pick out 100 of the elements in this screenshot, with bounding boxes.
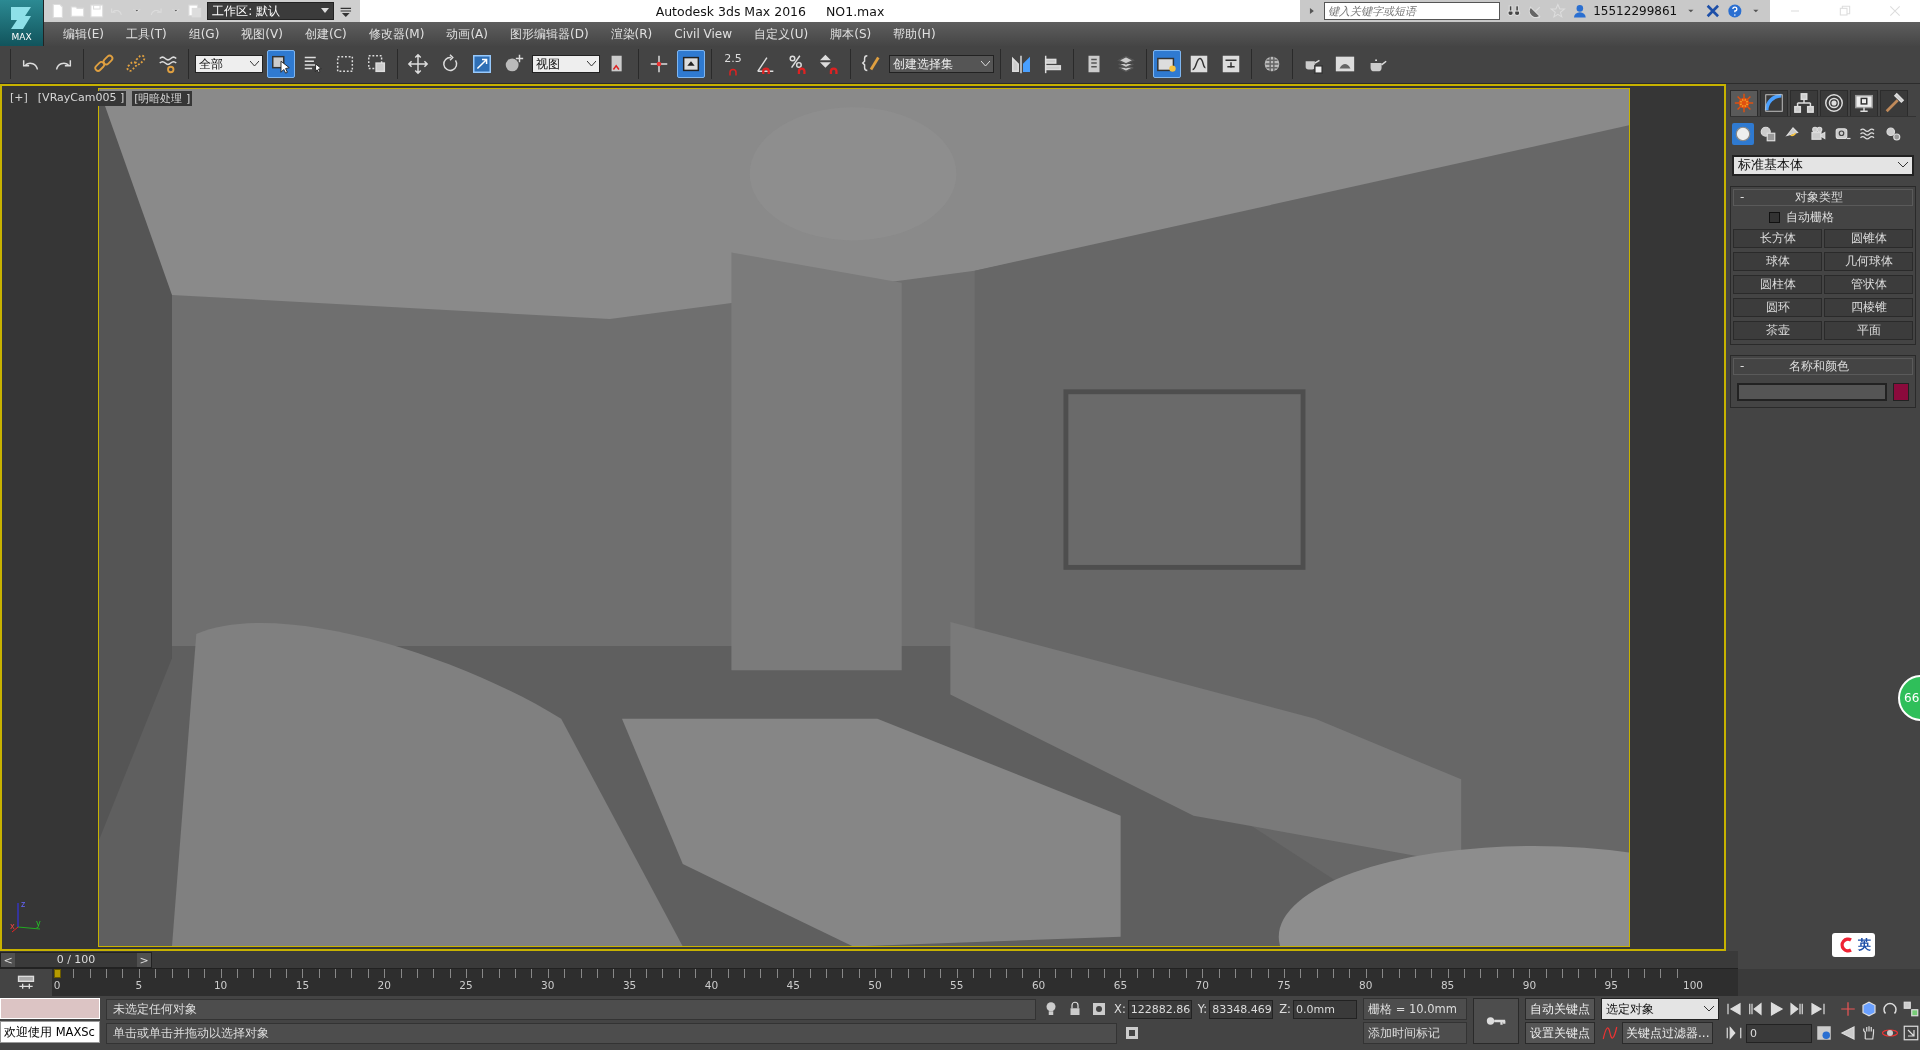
- panel-tab[interactable]: [1790, 89, 1818, 116]
- primitive-button[interactable]: 管状体: [1824, 274, 1913, 294]
- listener-output[interactable]: 欢迎使用 MAXSc: [0, 1021, 100, 1044]
- frame-label: 80: [1359, 979, 1373, 992]
- menu-item[interactable]: 工具(T): [114, 22, 178, 46]
- menu-item[interactable]: 编辑(E): [52, 22, 115, 46]
- set-key-mode-button[interactable]: 设置关键点: [1525, 1022, 1595, 1045]
- color-swatch[interactable]: [1893, 382, 1909, 401]
- name-field[interactable]: [1737, 382, 1887, 401]
- menu-item[interactable]: Civil View: [663, 22, 744, 46]
- time-configuration-icon[interactable]: [1815, 1024, 1833, 1043]
- frame-label: 65: [1113, 979, 1128, 992]
- minmax-toggle-icon[interactable]: [1902, 1024, 1920, 1043]
- mirror-icon: [1010, 53, 1032, 76]
- keyboard-shortcut-button[interactable]: [677, 50, 705, 79]
- binoculars-icon[interactable]: [1506, 3, 1523, 19]
- dropdown[interactable]: 视图: [532, 55, 600, 74]
- help-icon[interactable]: [1726, 3, 1743, 19]
- coordinate-field[interactable]: 122882.86: [1127, 999, 1192, 1019]
- frame-label: 85: [1440, 979, 1455, 992]
- frame-label: 70: [1195, 979, 1209, 992]
- menu-item[interactable]: 自定义(U): [743, 22, 820, 46]
- collapse-toggle[interactable]: -: [1740, 359, 1745, 374]
- rollout-title[interactable]: 对象类型: [1744, 188, 1894, 206]
- key-filters-button[interactable]: 关键点过滤器...: [1622, 1022, 1714, 1045]
- user-name[interactable]: 15512299861: [1593, 4, 1678, 18]
- coordinate-label: X:: [1114, 1002, 1126, 1017]
- menu-item[interactable]: 组(G): [177, 22, 231, 46]
- sphere-icon: [1734, 124, 1752, 143]
- bind-icon: [157, 53, 179, 76]
- menu-item[interactable]: 视图(V): [230, 22, 294, 46]
- primitive-button[interactable]: 圆柱体: [1733, 274, 1822, 294]
- previous-frame-button[interactable]: <: [1, 953, 15, 968]
- input-method-indicator[interactable]: 英: [1832, 933, 1875, 957]
- coordinate-field[interactable]: 0.0mm: [1293, 999, 1357, 1019]
- rollout-title[interactable]: 名称和颜色: [1744, 357, 1894, 375]
- named-selection-field[interactable]: 创建选择集: [889, 55, 994, 74]
- key-target-dropdown[interactable]: 选定对象: [1601, 998, 1719, 1021]
- add-time-tag-button[interactable]: 添加时间标记: [1363, 1022, 1467, 1045]
- frame-label: 75: [1277, 979, 1291, 992]
- viewport-label[interactable]: [+]: [8, 90, 30, 106]
- app-menu-button[interactable]: MAX: [0, 0, 44, 46]
- camera-icon: [1809, 124, 1827, 143]
- panel-tab[interactable]: [1850, 89, 1878, 116]
- frame-label: 100: [1683, 979, 1703, 992]
- search-field[interactable]: 键入关键字或短语: [1323, 2, 1501, 20]
- primitive-button[interactable]: 圆锥体: [1824, 228, 1913, 248]
- auto-key-button[interactable]: 自动关键点: [1525, 998, 1595, 1021]
- maximize-viewport-icon[interactable]: [1902, 1000, 1920, 1019]
- primitive-button[interactable]: 球体: [1733, 251, 1822, 271]
- panel-tab[interactable]: [1880, 89, 1908, 116]
- primitive-button[interactable]: 圆环: [1733, 297, 1822, 317]
- primitive-button[interactable]: 长方体: [1733, 228, 1822, 248]
- frame-label: 45: [786, 979, 800, 992]
- viewport-label[interactable]: [VRayCam005 ]: [35, 90, 127, 106]
- menu-item[interactable]: 渲染(R): [599, 22, 664, 46]
- field-of-view-icon[interactable]: [1839, 1024, 1857, 1043]
- primitive-button[interactable]: 平面: [1824, 320, 1913, 340]
- move-icon: [407, 53, 429, 76]
- menu-item[interactable]: 修改器(M): [357, 22, 436, 46]
- dropdown[interactable]: 全部: [195, 55, 263, 74]
- motion-icon: [1823, 92, 1845, 115]
- menu-item[interactable]: 帮助(H): [882, 22, 947, 46]
- panel-tab[interactable]: [1730, 89, 1758, 116]
- menu-item[interactable]: 脚本(S): [819, 22, 883, 46]
- primitive-button[interactable]: 几何球体: [1824, 251, 1913, 271]
- workspace-dropdown[interactable]: 工作区: 默认: [207, 2, 335, 20]
- input-mode-label: 英: [1858, 936, 1871, 954]
- frame-label: 55: [950, 979, 964, 992]
- snap-toggle-button[interactable]: 2.5: [718, 49, 748, 80]
- primitive-button[interactable]: 茶壶: [1733, 320, 1822, 340]
- primitive-button[interactable]: 四棱锥: [1824, 297, 1913, 317]
- category-dropdown[interactable]: 标准基本体: [1732, 154, 1914, 176]
- listener-input[interactable]: [0, 998, 100, 1020]
- category-button[interactable]: [1732, 122, 1754, 145]
- frame-label: 25: [459, 979, 473, 992]
- next-frame-button[interactable]: >: [137, 953, 151, 968]
- frame-label: 30: [541, 979, 555, 992]
- time-slider[interactable]: < 0 / 100 >: [0, 952, 152, 969]
- frame-label: 10: [213, 979, 228, 992]
- coordinate-field[interactable]: 83348.469: [1209, 999, 1274, 1019]
- exchange-x-icon[interactable]: [1704, 3, 1721, 19]
- grid-spacing: 栅格 = 10.0mm: [1363, 998, 1467, 1021]
- panel-tab[interactable]: [1820, 89, 1848, 116]
- menu-item[interactable]: 图形编辑器(D): [498, 22, 600, 46]
- folder-bulb-button[interactable]: [1153, 50, 1181, 79]
- system-icon: [1884, 124, 1902, 143]
- checkbox[interactable]: [1769, 211, 1780, 223]
- set-key-button[interactable]: [1473, 998, 1519, 1045]
- cube-icon[interactable]: [1860, 1000, 1878, 1019]
- frame-label: 0: [53, 979, 61, 992]
- panel-tab[interactable]: [1760, 89, 1788, 116]
- collapse-toggle[interactable]: -: [1740, 190, 1745, 205]
- current-frame-marker[interactable]: [54, 969, 61, 979]
- menu-item[interactable]: 动画(A): [435, 22, 499, 46]
- user-icon[interactable]: [1571, 3, 1588, 19]
- current-frame-field[interactable]: 0: [1746, 1023, 1812, 1043]
- menu-item[interactable]: 创建(C): [293, 22, 358, 46]
- select-object-button[interactable]: [267, 50, 295, 79]
- time-ruler[interactable]: 0 5 10 15 20 25 30 35 40 45 50 55 60 65 70 75 80 85 90 95 100: [52, 969, 1738, 997]
